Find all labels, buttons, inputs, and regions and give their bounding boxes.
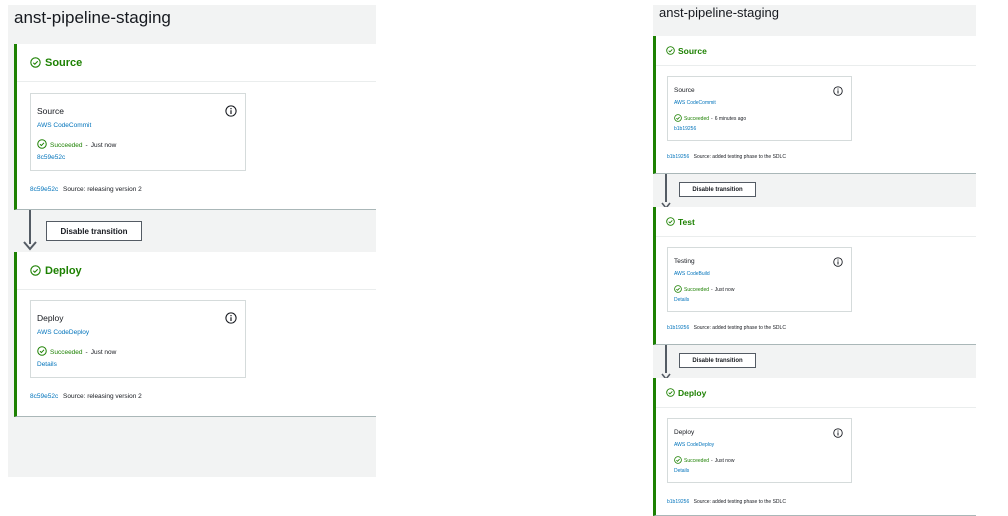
check-circle-icon bbox=[666, 46, 675, 55]
action-status: Succeeded - 6 minutes ago bbox=[674, 114, 746, 124]
check-circle-icon bbox=[674, 114, 684, 124]
status-time: Just now bbox=[714, 287, 735, 293]
status-time: 6 minutes ago bbox=[714, 116, 747, 122]
action-status: Succeeded - Just now bbox=[37, 139, 116, 151]
check-circle-icon bbox=[674, 285, 684, 295]
commit-link[interactable]: b1b19256 bbox=[667, 325, 689, 331]
status-time: Just now bbox=[90, 348, 117, 356]
action-details-link[interactable]: Details bbox=[37, 361, 57, 368]
stage-footer: b1b19256 Source: added testing phase to … bbox=[667, 325, 786, 331]
info-icon[interactable] bbox=[833, 86, 843, 96]
action-provider-link[interactable]: AWS CodeBuild bbox=[674, 271, 710, 277]
info-icon[interactable] bbox=[225, 312, 237, 324]
commit-message: Source: releasing version 2 bbox=[63, 393, 142, 400]
action-card: Deploy AWS CodeDeploy Succeeded - Just n… bbox=[30, 300, 246, 378]
status-separator: - bbox=[711, 458, 713, 464]
action-name: Source bbox=[674, 87, 695, 94]
stage-test: Test Testing AWS CodeBuild Succeeded - J… bbox=[653, 207, 976, 345]
action-commit-link[interactable]: 8c59e52c bbox=[37, 154, 65, 161]
action-details-link[interactable]: Details bbox=[674, 468, 689, 474]
stage-footer: 8c59e52c Source: releasing version 2 bbox=[30, 393, 142, 400]
check-circle-icon bbox=[37, 139, 50, 151]
action-name: Deploy bbox=[674, 429, 695, 436]
action-name: Deploy bbox=[37, 313, 64, 323]
action-provider-link[interactable]: AWS CodeCommit bbox=[37, 122, 91, 129]
stage-transition: Disable transition bbox=[653, 345, 976, 381]
disable-transition-button[interactable]: Disable transition bbox=[679, 353, 756, 368]
action-details-link[interactable]: Details bbox=[674, 297, 689, 303]
status-separator: - bbox=[711, 116, 713, 122]
stage-name: Source bbox=[45, 56, 83, 69]
page-title: anst-pipeline-staging bbox=[659, 5, 779, 20]
action-status: Succeeded - Just now bbox=[674, 285, 734, 295]
stage-header: Deploy bbox=[17, 252, 376, 290]
action-name: Source bbox=[37, 106, 64, 116]
check-circle-icon bbox=[30, 57, 41, 68]
status-separator: - bbox=[711, 287, 713, 293]
action-provider-link[interactable]: AWS CodeCommit bbox=[674, 100, 716, 106]
action-status: Succeeded - Just now bbox=[674, 456, 734, 466]
commit-message: Source: added testing phase to the SDLC bbox=[693, 499, 786, 505]
stage-deploy: Deploy Deploy AWS CodeDeploy Succeeded -… bbox=[653, 378, 976, 516]
commit-message: Source: added testing phase to the SDLC bbox=[693, 154, 786, 160]
stage-header: Source bbox=[656, 36, 976, 66]
info-icon[interactable] bbox=[833, 428, 843, 438]
check-circle-icon bbox=[30, 265, 41, 276]
disable-transition-button[interactable]: Disable transition bbox=[46, 221, 142, 241]
status-time: Just now bbox=[714, 458, 735, 464]
stage-transition: Disable transition bbox=[653, 174, 976, 210]
status-text: Succeeded bbox=[50, 348, 83, 356]
stage-name: Test bbox=[678, 216, 695, 227]
commit-message: Source: added testing phase to the SDLC bbox=[693, 325, 786, 331]
commit-link[interactable]: 8c59e52c bbox=[30, 393, 58, 400]
stage-footer: b1b19256 Source: added testing phase to … bbox=[667, 499, 786, 505]
check-circle-icon bbox=[37, 346, 50, 358]
status-text: Succeeded bbox=[684, 458, 710, 464]
info-icon[interactable] bbox=[225, 105, 237, 117]
commit-link[interactable]: b1b19256 bbox=[667, 499, 689, 505]
stage-header: Test bbox=[656, 207, 976, 237]
status-time: Just now bbox=[90, 141, 117, 149]
commit-link[interactable]: b1b19256 bbox=[667, 154, 689, 160]
stage-source: Source Source AWS CodeCommit Succeeded -… bbox=[653, 36, 976, 174]
action-commit-link[interactable]: b1b19256 bbox=[674, 126, 696, 132]
status-separator: - bbox=[85, 348, 88, 356]
action-provider-link[interactable]: AWS CodeDeploy bbox=[674, 442, 714, 448]
stage-name: Source bbox=[678, 45, 707, 56]
action-status: Succeeded - Just now bbox=[37, 346, 116, 358]
stage-name: Deploy bbox=[678, 387, 707, 398]
stage-transition: Disable transition bbox=[8, 210, 376, 252]
commit-message: Source: releasing version 2 bbox=[63, 186, 142, 193]
stage-header: Deploy bbox=[656, 378, 976, 408]
action-card: Testing AWS CodeBuild Succeeded - Just n… bbox=[667, 247, 852, 312]
status-text: Succeeded bbox=[684, 116, 710, 122]
status-text: Succeeded bbox=[684, 287, 710, 293]
stage-header: Source bbox=[17, 44, 376, 82]
stage-footer: b1b19256 Source: added testing phase to … bbox=[667, 154, 786, 160]
status-separator: - bbox=[85, 141, 88, 149]
pipeline-view-right: anst-pipeline-staging Source Source AWS … bbox=[653, 5, 976, 516]
stage-footer: 8c59e52c Source: releasing version 2 bbox=[30, 186, 142, 193]
action-name: Testing bbox=[674, 258, 695, 265]
check-circle-icon bbox=[674, 456, 684, 466]
action-card: Deploy AWS CodeDeploy Succeeded - Just n… bbox=[667, 418, 852, 483]
commit-link[interactable]: 8c59e52c bbox=[30, 186, 58, 193]
pipeline-view-left: anst-pipeline-staging Source Source AWS … bbox=[8, 5, 376, 477]
stage-source: Source Source AWS CodeCommit Succeeded -… bbox=[14, 44, 376, 210]
status-text: Succeeded bbox=[50, 141, 83, 149]
action-provider-link[interactable]: AWS CodeDeploy bbox=[37, 329, 89, 336]
stage-name: Deploy bbox=[45, 264, 82, 277]
action-card: Source AWS CodeCommit Succeeded - 6 minu… bbox=[667, 76, 852, 141]
action-card: Source AWS CodeCommit Succeeded - Just n… bbox=[30, 93, 246, 171]
check-circle-icon bbox=[666, 388, 675, 397]
check-circle-icon bbox=[666, 217, 675, 226]
disable-transition-button[interactable]: Disable transition bbox=[679, 182, 756, 197]
page-title: anst-pipeline-staging bbox=[14, 8, 171, 27]
info-icon[interactable] bbox=[833, 257, 843, 267]
stage-deploy: Deploy Deploy AWS CodeDeploy Succeeded -… bbox=[14, 252, 376, 417]
